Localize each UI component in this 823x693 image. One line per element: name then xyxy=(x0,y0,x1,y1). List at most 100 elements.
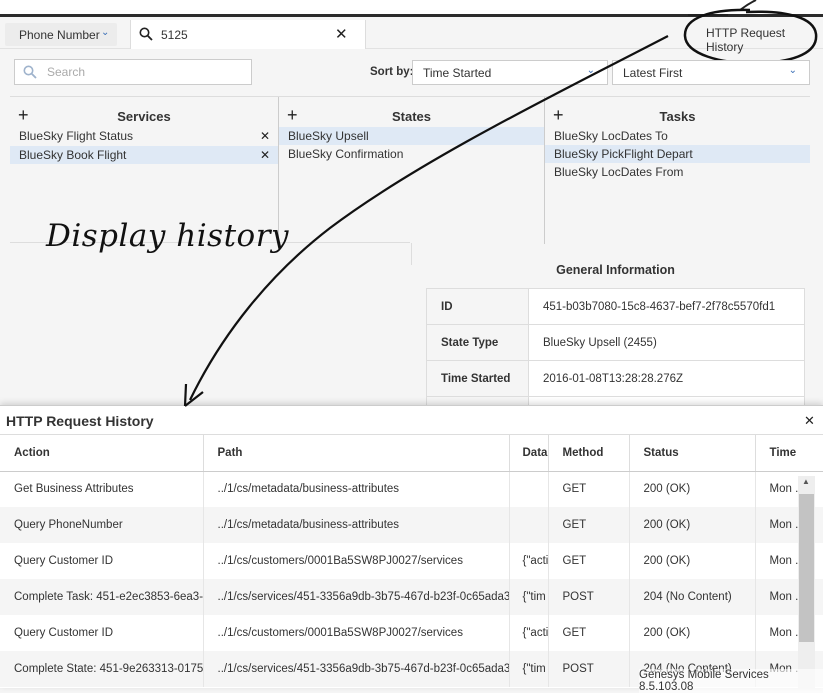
filter-search-value: 5125 xyxy=(161,28,188,42)
general-info-title: General Information xyxy=(556,263,675,277)
state-item-label: BlueSky Confirmation xyxy=(288,147,404,161)
table-row[interactable]: Get Business Attributes ../1/cs/metadata… xyxy=(0,471,823,507)
column-header-time[interactable]: Time xyxy=(754,435,823,472)
info-row: State Type BlueSky Upsell (2455) xyxy=(426,324,805,361)
chevron-down-icon: ⌄ xyxy=(788,65,797,76)
service-item-label: BlueSky Flight Status xyxy=(19,129,134,143)
cell-action: Query PhoneNumber xyxy=(0,507,203,543)
column-header-data[interactable]: Data xyxy=(508,435,548,472)
filter-search-box[interactable]: 5125 ✕ xyxy=(130,20,366,49)
cell-action: Complete Task: 451-e2ec3853-6ea3-4b xyxy=(0,579,203,615)
column-header-method[interactable]: Method xyxy=(547,435,629,472)
chevron-down-icon: ⌄ xyxy=(586,65,595,76)
cell-method: GET xyxy=(547,543,629,579)
remove-icon[interactable]: ✕ xyxy=(260,146,270,164)
remove-icon[interactable]: ✕ xyxy=(260,127,270,145)
field-selector-label: Phone Number xyxy=(19,28,100,42)
http-history-dialog: HTTP Request History ✕ Action Path Data … xyxy=(0,405,823,689)
version-footer: Genesys Mobile Services 8.5.103.08 xyxy=(639,669,823,693)
cell-path: ../1/cs/metadata/business-attributes xyxy=(202,471,509,507)
sort-field-value: Time Started xyxy=(423,66,492,80)
cell-status: 204 (No Content) xyxy=(628,579,755,615)
column-header-status[interactable]: Status xyxy=(628,435,755,472)
task-item-label: BlueSky PickFlight Depart xyxy=(554,147,693,161)
info-key: Time Started xyxy=(426,360,529,397)
cell-action: Query Customer ID xyxy=(0,615,203,651)
column-header-action[interactable]: Action xyxy=(0,435,203,472)
cell-path: ../1/cs/customers/0001Ba5SW8PJ0027/servi… xyxy=(202,543,509,579)
cell-method: GET xyxy=(547,507,629,543)
cell-method: POST xyxy=(547,579,629,615)
cell-status: 200 (OK) xyxy=(628,471,755,507)
task-item[interactable]: BlueSky LocDates To xyxy=(545,127,810,145)
table-row[interactable]: Query Customer ID ../1/cs/customers/0001… xyxy=(0,615,823,651)
toolbar: Sort by: Time Started ⌄ Latest First ⌄ xyxy=(0,58,823,88)
cell-path: ../1/cs/services/451-3356a9db-3b75-467d-… xyxy=(202,651,509,687)
clear-search-icon[interactable]: ✕ xyxy=(335,25,348,43)
scroll-up-icon[interactable]: ▲ xyxy=(802,477,810,486)
task-item-label: BlueSky LocDates To xyxy=(554,129,668,143)
history-table: Action Path Data Method Status Time Get … xyxy=(0,434,823,689)
info-row: ID 451-b03b7080-15c8-4637-bef7-2f78c5570… xyxy=(426,288,805,325)
cell-data: {"tim xyxy=(508,651,548,687)
cell-path: ../1/cs/services/451-3356a9db-3b75-467d-… xyxy=(202,579,509,615)
cell-action: Complete State: 451-9e263313-0175-4 xyxy=(0,651,203,687)
info-key: ID xyxy=(426,288,529,325)
divider xyxy=(411,243,412,265)
search-icon xyxy=(139,27,153,41)
state-item-label: BlueSky Upsell xyxy=(288,129,369,143)
state-item[interactable]: BlueSky Upsell xyxy=(279,127,544,145)
service-item[interactable]: BlueSky Book Flight ✕ xyxy=(10,146,278,164)
table-header-row: Action Path Data Method Status Time xyxy=(0,435,823,472)
info-value: BlueSky Upsell (2455) xyxy=(528,324,805,361)
vertical-scrollbar[interactable]: ▲ xyxy=(798,476,815,689)
dialog-title: HTTP Request History xyxy=(6,413,154,429)
info-value: 2016-01-08T13:28:28.276Z xyxy=(528,360,805,397)
task-item[interactable]: BlueSky PickFlight Depart xyxy=(545,145,810,163)
cell-data xyxy=(508,471,548,507)
search-icon xyxy=(23,65,37,79)
cell-data: {"tim xyxy=(508,579,548,615)
sort-by-label: Sort by: xyxy=(370,66,414,78)
cell-data xyxy=(508,507,548,543)
info-key: State Type xyxy=(426,324,529,361)
cell-method: GET xyxy=(547,615,629,651)
search-input[interactable] xyxy=(45,64,235,80)
cell-action: Get Business Attributes xyxy=(0,471,203,507)
cell-data: {"acti xyxy=(508,615,548,651)
table-row[interactable]: Complete Task: 451-e2ec3853-6ea3-4b ../1… xyxy=(0,579,823,615)
cell-status: 200 (OK) xyxy=(628,543,755,579)
sort-field-select[interactable]: Time Started ⌄ xyxy=(412,60,608,85)
field-selector-dropdown[interactable]: Phone Number ⌄ xyxy=(5,23,117,46)
sort-order-select[interactable]: Latest First ⌄ xyxy=(612,60,810,85)
table-row[interactable]: Query PhoneNumber ../1/cs/metadata/busin… xyxy=(0,507,823,543)
cell-method: POST xyxy=(547,651,629,687)
handwritten-annotation: Display history xyxy=(46,218,290,254)
states-title: States xyxy=(391,109,432,124)
service-item-label: BlueSky Book Flight xyxy=(19,148,127,162)
cell-path: ../1/cs/customers/0001Ba5SW8PJ0027/servi… xyxy=(202,615,509,651)
state-item[interactable]: BlueSky Confirmation xyxy=(279,145,544,163)
cell-action: Query Customer ID xyxy=(0,543,203,579)
close-icon[interactable]: ✕ xyxy=(804,413,815,429)
tasks-title: Tasks xyxy=(659,109,696,124)
chevron-down-icon: ⌄ xyxy=(101,27,110,38)
info-value: 451-b03b7080-15c8-4637-bef7-2f78c5570fd1 xyxy=(528,288,805,325)
cell-path: ../1/cs/metadata/business-attributes xyxy=(202,507,509,543)
cell-status: 200 (OK) xyxy=(628,615,755,651)
sort-order-value: Latest First xyxy=(623,66,683,80)
table-row[interactable]: Query Customer ID ../1/cs/customers/0001… xyxy=(0,543,823,579)
service-item[interactable]: BlueSky Flight Status ✕ xyxy=(10,127,278,145)
services-title: Services xyxy=(117,109,171,124)
task-item[interactable]: BlueSky LocDates From xyxy=(545,163,810,181)
cell-data: {"acti xyxy=(508,543,548,579)
search-box[interactable] xyxy=(14,59,252,85)
tasks-panel: + Tasks BlueSky LocDates To BlueSky Pick… xyxy=(544,97,810,244)
scrollbar-thumb[interactable] xyxy=(799,494,814,642)
states-panel: + States BlueSky Upsell BlueSky Confirma… xyxy=(278,97,544,244)
info-row: Time Started 2016-01-08T13:28:28.276Z xyxy=(426,360,805,397)
cell-method: GET xyxy=(547,471,629,507)
column-header-path[interactable]: Path xyxy=(202,435,509,472)
cell-status: 200 (OK) xyxy=(628,507,755,543)
task-item-label: BlueSky LocDates From xyxy=(554,165,684,179)
